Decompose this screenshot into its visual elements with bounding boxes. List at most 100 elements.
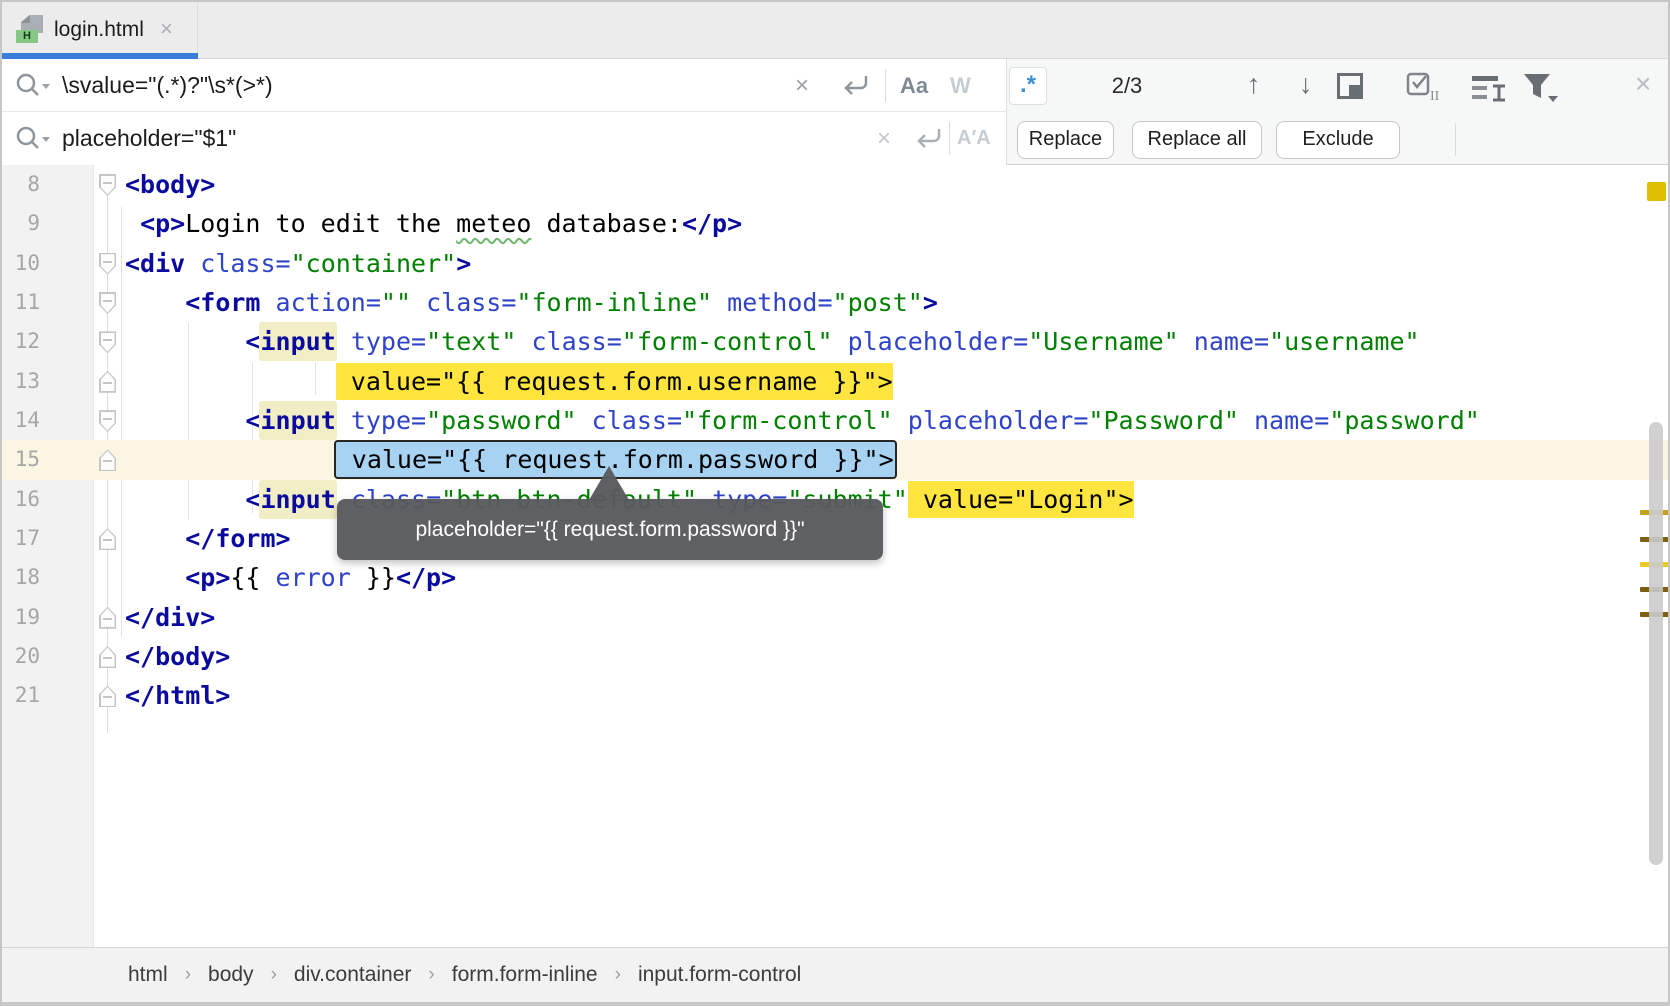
line-number: 16 <box>2 480 40 519</box>
fold-slot <box>40 401 125 440</box>
code-line: 8<body> <box>2 165 1668 204</box>
tab-label: login.html <box>54 2 144 57</box>
code-line: 14 <input type="password" class="form-co… <box>2 401 1668 440</box>
search-field[interactable]: \svalue="(.*)?"\s*(>*) × Aa W <box>2 59 1007 112</box>
regex-toggle[interactable]: .* <box>1009 67 1047 105</box>
code-lines: 8<body>9 <p>Login to edit the meteo data… <box>2 165 1668 716</box>
code-text[interactable]: <body> <box>125 165 215 204</box>
breadcrumb-item[interactable]: input.form-control <box>638 963 801 987</box>
fold-marker-icon[interactable] <box>99 371 116 393</box>
code-line: 19 </div> <box>2 598 1668 637</box>
previous-occurrence-icon[interactable]: ↑ <box>1247 59 1261 110</box>
breadcrumb-item[interactable]: form.form-inline <box>452 963 598 987</box>
fold-marker-icon[interactable] <box>99 410 116 432</box>
code-text[interactable]: </form> <box>125 519 291 558</box>
line-number: 9 <box>2 204 40 243</box>
breadcrumb-separator-icon: › <box>428 964 434 986</box>
replace-clear-icon[interactable]: × <box>877 112 891 165</box>
fold-marker-icon[interactable] <box>99 331 116 353</box>
code-text[interactable]: </html> <box>125 676 230 715</box>
code-line: 10<div class="container"> <box>2 244 1668 283</box>
fold-marker-icon[interactable] <box>99 528 116 550</box>
code-line: 18 <p>{{ error }}</p> <box>2 558 1668 597</box>
fold-slot <box>40 480 125 519</box>
fold-slot <box>40 244 125 283</box>
code-text[interactable]: value="{{ request.form.username }}"> <box>125 362 893 401</box>
words-toggle[interactable]: W <box>950 59 971 112</box>
exclude-button[interactable]: Exclude <box>1276 121 1400 159</box>
open-in-find-window-icon[interactable] <box>1336 72 1364 100</box>
code-line: 11 <form action="" class="form-inline" m… <box>2 283 1668 322</box>
code-line: 15 value="{{ request.form.password }}"> <box>2 440 1668 479</box>
code-line: 12 <input type="text" class="form-contro… <box>2 322 1668 361</box>
code-text[interactable]: </div> <box>125 598 215 637</box>
code-line: 20 </body> <box>2 637 1668 676</box>
search-input[interactable]: \svalue="(.*)?"\s*(>*) <box>62 59 273 111</box>
fold-marker-icon[interactable] <box>99 685 116 707</box>
fold-marker-icon[interactable] <box>99 253 116 275</box>
code-text[interactable]: <p>Login to edit the meteo database:</p> <box>125 204 742 243</box>
fold-marker-icon[interactable] <box>99 646 116 668</box>
replacement-preview-tooltip: placeholder="{{ request.form.password }}… <box>337 499 883 560</box>
line-number: 15 <box>2 440 40 479</box>
line-number: 12 <box>2 322 40 361</box>
line-number: 14 <box>2 401 40 440</box>
fold-marker-icon[interactable] <box>99 607 116 629</box>
breadcrumb-item[interactable]: html <box>128 963 168 987</box>
code-line: 13 value="{{ request.form.username }}"> <box>2 362 1668 401</box>
tab-login-html[interactable]: H login.html × <box>2 2 198 59</box>
vertical-scrollbar[interactable] <box>1649 422 1663 865</box>
breadcrumb-separator-icon: › <box>185 964 191 986</box>
replace-all-button[interactable]: Replace all <box>1132 121 1262 159</box>
search-history-icon[interactable] <box>14 72 54 100</box>
replace-button[interactable]: Replace <box>1017 121 1114 159</box>
breadcrumb-separator-icon: › <box>615 964 621 986</box>
fold-marker-icon[interactable] <box>99 449 116 471</box>
filter-lines-icon[interactable] <box>1472 74 1508 102</box>
editor-tab-bar: H login.html × <box>2 2 1668 59</box>
search-clear-icon[interactable]: × <box>795 59 809 112</box>
tooltip-text: placeholder="{{ request.form.password }}… <box>415 518 804 541</box>
breadcrumb-item[interactable]: div.container <box>294 963 412 987</box>
line-number: 18 <box>2 558 40 597</box>
match-counter: 2/3 <box>1087 59 1167 112</box>
inspection-status-indicator[interactable] <box>1647 182 1666 201</box>
search-filter-funnel-icon[interactable] <box>1522 72 1560 104</box>
replace-history-icon[interactable] <box>14 125 54 153</box>
code-text[interactable]: value="{{ request.form.password }}"> <box>125 440 895 479</box>
divider <box>885 69 886 102</box>
close-find-bar-icon[interactable]: × <box>1635 59 1651 109</box>
fold-slot <box>40 519 125 558</box>
svg-text:II: II <box>1430 89 1440 102</box>
fold-slot <box>40 322 125 361</box>
fold-marker-icon[interactable] <box>99 292 116 314</box>
fold-slot <box>40 362 125 401</box>
fold-slot <box>40 283 125 322</box>
preserve-case-toggle[interactable]: A′A <box>957 112 991 165</box>
code-text[interactable]: <p>{{ error }}</p> <box>125 558 456 597</box>
code-text[interactable]: </body> <box>125 637 230 676</box>
tooltip-arrow <box>589 466 629 500</box>
code-text[interactable]: <input type="password" class="form-contr… <box>125 401 1480 440</box>
next-occurrence-icon[interactable]: ↓ <box>1299 59 1313 110</box>
fold-marker-icon[interactable] <box>99 174 116 196</box>
fold-slot <box>40 598 125 637</box>
breadcrumb-item[interactable]: body <box>208 963 254 987</box>
fold-slot <box>40 165 125 204</box>
fold-slot <box>40 676 125 715</box>
replace-input[interactable]: placeholder="$1" <box>62 112 236 164</box>
fold-slot <box>40 637 125 676</box>
code-editor[interactable]: 8<body>9 <p>Login to edit the meteo data… <box>2 165 1668 947</box>
replace-field[interactable]: placeholder="$1" × A′A <box>2 112 1007 165</box>
line-number: 20 <box>2 637 40 676</box>
ide-window: H login.html × \svalue="(.*)?"\s*(>*) × <box>0 0 1670 1006</box>
code-text[interactable]: <form action="" class="form-inline" meth… <box>125 283 938 322</box>
line-number: 19 <box>2 598 40 637</box>
breadcrumb-separator-icon: › <box>271 964 277 986</box>
tab-close-icon[interactable]: × <box>160 2 173 56</box>
select-all-occurrences-icon[interactable]: II <box>1406 72 1448 102</box>
code-text[interactable]: <div class="container"> <box>125 244 471 283</box>
fold-slot <box>40 440 125 479</box>
code-text[interactable]: <input type="text" class="form-control" … <box>125 322 1420 361</box>
match-case-toggle[interactable]: Aa <box>900 59 928 112</box>
